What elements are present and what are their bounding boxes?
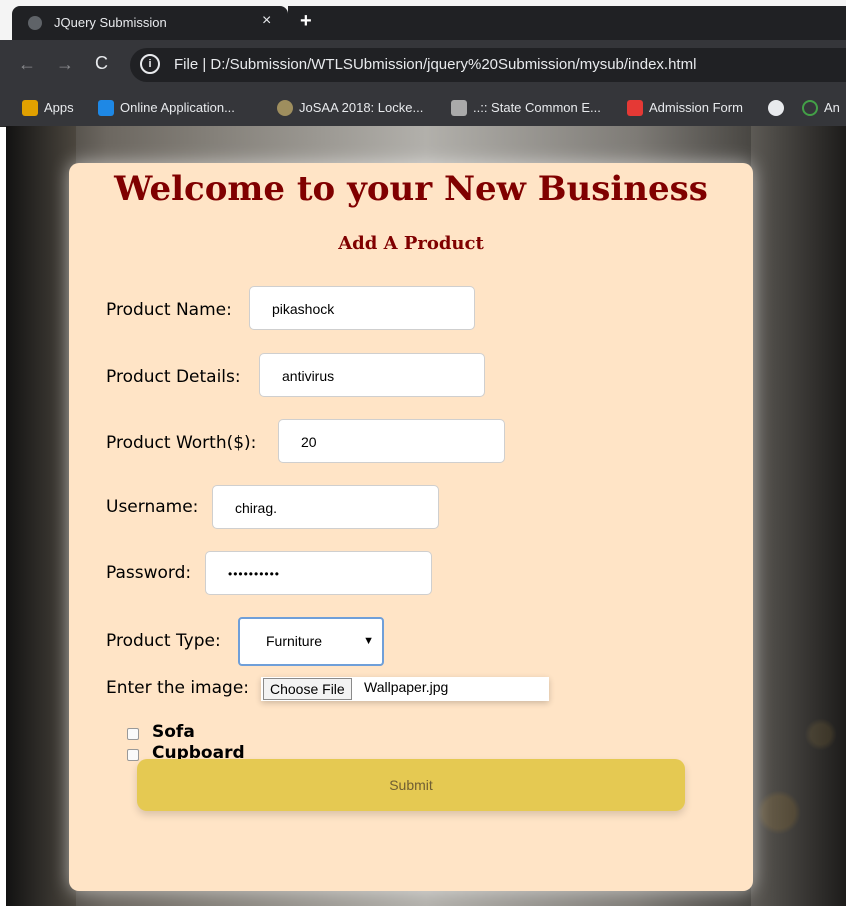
submit-button[interactable]: Submit: [137, 759, 685, 811]
sofa-label: Sofa: [152, 722, 195, 742]
chevron-down-icon: ▼: [363, 635, 374, 647]
bookmark-admission-form[interactable]: Admission Form: [627, 100, 743, 116]
sofa-checkbox[interactable]: [127, 728, 139, 740]
back-icon[interactable]: ←: [18, 54, 36, 75]
product-type-value: Furniture: [266, 633, 323, 649]
chosen-file-name: Wallpaper.jpg: [364, 679, 449, 695]
bookmark-an[interactable]: An: [802, 100, 840, 116]
info-icon[interactable]: i: [140, 54, 160, 74]
reload-icon[interactable]: C: [95, 53, 108, 74]
background-shade-right: [751, 126, 846, 906]
state-cet-icon: [451, 100, 467, 116]
background-shade-left: [6, 126, 76, 906]
product-worth-input[interactable]: 20: [278, 419, 505, 463]
password-input[interactable]: ••••••••••: [205, 551, 432, 595]
page-title: Welcome to your New Business: [114, 169, 708, 209]
bookmark-state-common[interactable]: ..:: State Common E...: [451, 100, 601, 116]
forward-icon[interactable]: →: [56, 54, 74, 75]
product-type-select[interactable]: Furniture ▼: [238, 617, 384, 666]
image-file-input[interactable]: Choose File Wallpaper.jpg: [261, 677, 549, 701]
bookmark-josaa[interactable]: JoSAA 2018: Locke...: [277, 100, 423, 116]
tab-strip-background: [288, 6, 846, 40]
form-subtitle: Add A Product: [338, 233, 484, 254]
bookmark-apps[interactable]: Apps: [22, 100, 74, 116]
loading-ring-icon: [802, 100, 818, 116]
product-name-label: Product Name:: [106, 300, 232, 320]
username-label: Username:: [106, 497, 199, 517]
globe-icon: [768, 100, 784, 116]
product-details-label: Product Details:: [106, 367, 241, 387]
username-input[interactable]: chirag.: [212, 485, 439, 529]
choose-file-button[interactable]: Choose File: [263, 678, 352, 700]
image-label: Enter the image:: [106, 678, 250, 698]
address-bar[interactable]: i File | D:/Submission/WTLSUbmission/jqu…: [130, 48, 846, 82]
tab-close-icon[interactable]: ×: [262, 12, 271, 30]
bookmarks-bar: Apps Online Application... JoSAA 2018: L…: [0, 90, 846, 127]
tab-title: JQuery Submission: [54, 15, 167, 30]
browser-toolbar: ← → C i File | D:/Submission/WTLSUbmissi…: [0, 40, 846, 90]
josaa-icon: [277, 100, 293, 116]
new-tab-icon[interactable]: +: [300, 10, 312, 33]
admission-icon: [627, 100, 643, 116]
browser-tab[interactable]: JQuery Submission ×: [12, 6, 288, 40]
product-name-input[interactable]: pikashock: [249, 286, 475, 330]
password-label: Password:: [106, 563, 192, 583]
tab-strip: JQuery Submission × +: [0, 0, 846, 40]
bookmark-globe[interactable]: [768, 100, 790, 116]
product-type-label: Product Type:: [106, 631, 221, 651]
product-worth-label: Product Worth($):: [106, 433, 257, 453]
bookmark-online-application[interactable]: Online Application...: [98, 100, 235, 116]
product-form: Welcome to your New Business Add A Produ…: [69, 163, 753, 891]
apps-grid-icon: [22, 100, 38, 116]
address-url[interactable]: File | D:/Submission/WTLSUbmission/jquer…: [174, 56, 696, 73]
sap-icon: [98, 100, 114, 116]
cupboard-checkbox[interactable]: [127, 749, 139, 761]
product-details-input[interactable]: antivirus: [259, 353, 485, 397]
tab-favicon-icon: [28, 16, 42, 30]
